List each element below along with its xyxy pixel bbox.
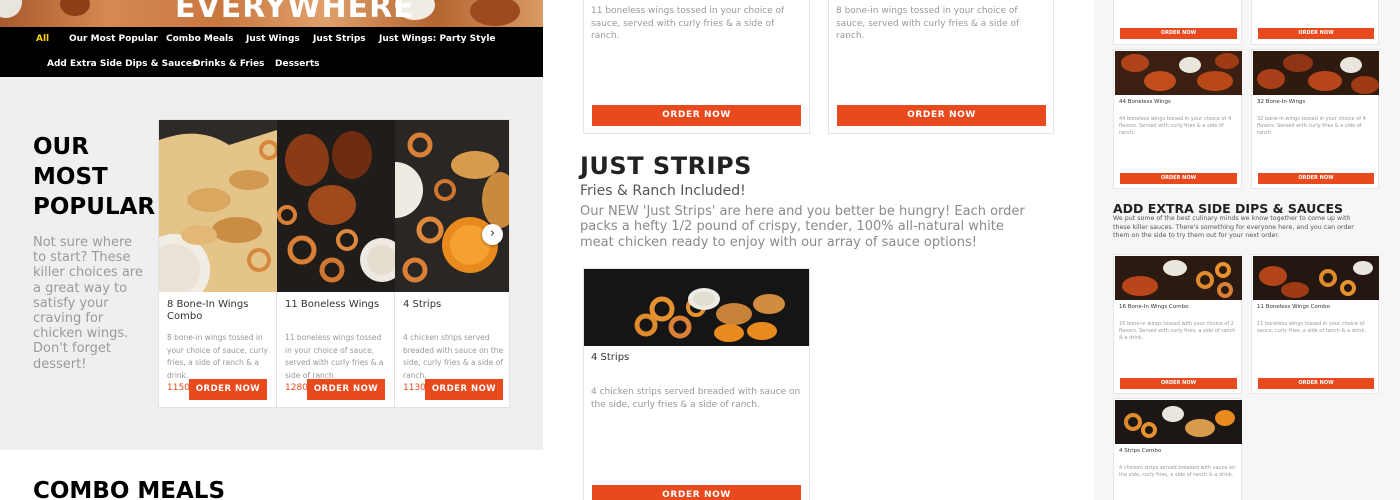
nav-item-add-extra-side-dips[interactable]: Add Extra Side Dips & Sauces [47, 59, 197, 69]
middle-panel: 11 boneless wings tossed in your choice … [547, 0, 1090, 500]
hero-plate-image [0, 0, 22, 18]
product-description: 11 boneless wings tossed in your choice … [285, 333, 384, 380]
product-card: 11 boneless wings tossed in your choice … [583, 0, 810, 134]
product-image [1115, 256, 1242, 300]
nav-item-our-most-popular[interactable]: Our Most Popular [69, 34, 158, 44]
hero-food-image [60, 0, 90, 16]
product-image [395, 120, 509, 292]
section-description: We put some of the best culinary minds w… [1113, 215, 1354, 239]
product-card: 4 Strips 4 chicken strips served breaded… [395, 120, 509, 407]
right-panel: ORDER NOW ORDER NOW 44 Boneless Wings 44… [1094, 0, 1400, 500]
product-name: 4 Strips [403, 299, 442, 310]
hero-food-image [470, 0, 520, 26]
product-card: 8 Bone-In Wings Combo 8 bone-in wings to… [159, 120, 277, 407]
product-description: 16 bone-in wings tossed with your choice… [1119, 321, 1236, 341]
product-description: 4 chicken strips served breaded with sau… [403, 333, 504, 380]
nav-item-desserts[interactable]: Desserts [275, 59, 320, 69]
product-description: 44 boneless wings tossed in your choice … [1119, 116, 1232, 136]
order-now-button[interactable]: ORDER NOW [1258, 378, 1374, 389]
product-calories: 1130 [403, 383, 426, 393]
nav-item-all[interactable]: All [36, 34, 49, 44]
product-name: 8 Bone-In Wings Combo [167, 299, 249, 322]
order-now-button[interactable]: ORDER NOW [189, 379, 267, 400]
product-name: 4 Strips Combo [1119, 448, 1162, 454]
product-card: 8 bone-in wings tossed in your choice of… [828, 0, 1054, 134]
section-title-combo-meals: COMBO MEALS [33, 478, 226, 500]
product-image [159, 120, 277, 292]
product-name: 16 Bone-In Wings Combo [1119, 304, 1189, 310]
product-image [1115, 400, 1242, 444]
product-name: 44 Boneless Wings [1119, 99, 1171, 105]
category-nav: All Our Most Popular Combo Meals Just Wi… [0, 27, 543, 77]
order-now-button[interactable]: ORDER NOW [1258, 28, 1374, 39]
product-card: 16 Bone-In Wings Combo 16 bone-in wings … [1113, 254, 1242, 394]
product-name: 4 Strips [591, 352, 630, 363]
chevron-right-icon[interactable]: › [482, 224, 503, 245]
product-card: 32 Bone-In Wings 32 bone-in wings tossed… [1251, 49, 1379, 189]
order-now-button[interactable]: ORDER NOW [1120, 378, 1237, 389]
hero-title: EVERYWHERE [175, 0, 415, 25]
product-description: 8 bone-in wings tossed in your choice of… [836, 6, 1020, 41]
section-title-just-strips: JUST STRIPS [580, 152, 752, 180]
left-panel: EVERYWHERE All Our Most Popular Combo Me… [0, 0, 543, 500]
product-card: 11 Boneless Wings Combo 11 boneless wing… [1251, 254, 1379, 394]
section-title-our-most-popular: OUR MOST POPULAR [33, 134, 156, 220]
nav-item-just-wings-party-style[interactable]: Just Wings: Party Style [379, 34, 496, 44]
order-now-button[interactable]: ORDER NOW [837, 105, 1046, 126]
product-card: ORDER NOW [1113, 0, 1242, 45]
product-card: 44 Boneless Wings 44 boneless wings toss… [1113, 49, 1242, 189]
product-description: 11 boneless wings tossed in your choice … [1257, 321, 1366, 334]
product-name: 11 Boneless Wings [285, 299, 380, 310]
product-image [1253, 256, 1379, 300]
section-subtitle: Fries & Ranch Included! [580, 183, 746, 199]
section-description: Not sure where to start? These killer ch… [33, 235, 143, 372]
product-description: 8 bone-in wings tossed in your choice of… [167, 333, 268, 380]
order-now-button[interactable]: ORDER NOW [307, 379, 385, 400]
product-name: 11 Boneless Wings Combo [1257, 304, 1331, 310]
order-now-button[interactable]: ORDER NOW [592, 485, 801, 500]
nav-item-combo-meals[interactable]: Combo Meals [166, 34, 234, 44]
product-image [584, 269, 809, 346]
product-card: 4 Strips Combo 4 chicken strips served b… [1113, 398, 1242, 500]
product-description: 32 bone-in wings tossed in your choice o… [1257, 116, 1366, 136]
nav-item-just-wings[interactable]: Just Wings [246, 34, 300, 44]
product-description: 4 chicken strips served breaded with sau… [1119, 465, 1236, 478]
product-card: ORDER NOW [1251, 0, 1379, 45]
nav-item-just-strips[interactable]: Just Strips [313, 34, 366, 44]
product-carousel: 8 Bone-In Wings Combo 8 bone-in wings to… [158, 119, 510, 408]
order-now-button[interactable]: ORDER NOW [592, 105, 801, 126]
order-now-button[interactable]: ORDER NOW [425, 379, 503, 400]
product-calories: 1150 [167, 383, 190, 393]
product-calories: 1280 [285, 383, 308, 393]
product-card: 11 Boneless Wings 11 boneless wings toss… [277, 120, 395, 407]
product-image [277, 120, 395, 292]
product-card: 4 Strips 4 chicken strips served breaded… [583, 268, 810, 500]
product-description: 4 chicken strips served breaded with sau… [591, 387, 801, 410]
order-now-button[interactable]: ORDER NOW [1258, 173, 1374, 184]
order-now-button[interactable]: ORDER NOW [1120, 173, 1237, 184]
product-image [1115, 51, 1242, 95]
nav-item-drinks-fries[interactable]: Drinks & Fries [193, 59, 264, 69]
product-name: 32 Bone-In Wings [1257, 99, 1306, 105]
page-root: EVERYWHERE All Our Most Popular Combo Me… [0, 0, 1400, 500]
product-description: 11 boneless wings tossed in your choice … [591, 6, 785, 41]
hero-banner: EVERYWHERE [0, 0, 543, 27]
order-now-button[interactable]: ORDER NOW [1120, 28, 1237, 39]
section-title-add-extra: ADD EXTRA SIDE DIPS & SAUCES [1113, 201, 1344, 216]
section-description: Our NEW 'Just Strips' are here and you b… [580, 204, 1025, 250]
product-image [1253, 51, 1379, 95]
